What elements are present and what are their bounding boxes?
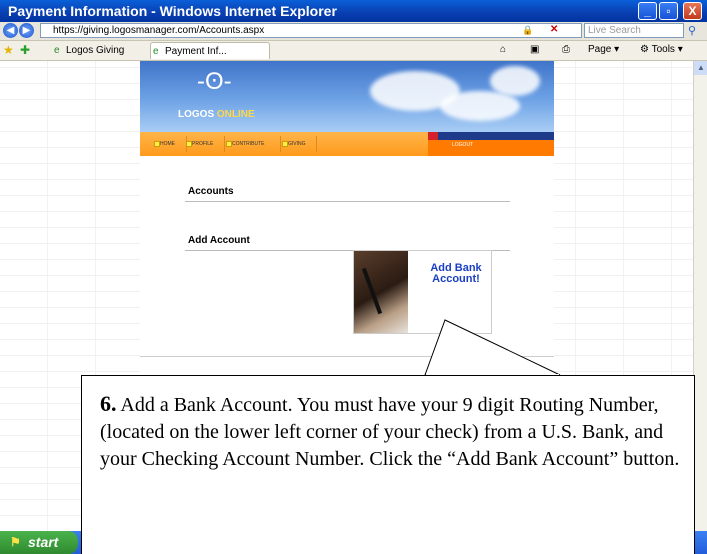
- pen-icon: [361, 267, 383, 315]
- window-title: Payment Information - Windows Internet E…: [8, 3, 337, 19]
- logo-icon: -ʘ-: [197, 68, 232, 95]
- page-icon: e: [54, 45, 60, 56]
- tab-label: Payment Inf...: [165, 46, 227, 57]
- start-label: start: [28, 534, 59, 550]
- print-icon[interactable]: ⎙: [562, 43, 570, 57]
- lock-icon[interactable]: 🔒: [522, 25, 533, 36]
- tab-logos-giving[interactable]: e Logos Giving: [52, 42, 144, 59]
- search-input[interactable]: Live Search: [584, 23, 684, 38]
- search-icon[interactable]: ⚲: [688, 24, 696, 37]
- title-bar: Payment Information - Windows Internet E…: [0, 0, 707, 22]
- add-bank-account-label: Add Bank Account!: [430, 262, 482, 285]
- logo-sub-text: ONLINE: [216, 109, 255, 120]
- address-url: https://giving.logosmanager.com/Accounts…: [53, 25, 265, 36]
- logout-link[interactable]: LOGOUT: [452, 142, 473, 148]
- instruction-callout: 6. Add a Bank Account. You must have you…: [81, 375, 695, 554]
- start-button[interactable]: ⚑ start: [0, 531, 78, 554]
- windows-flag-icon: ⚑: [10, 535, 21, 549]
- page-menu-button[interactable]: Page ▾: [588, 43, 619, 57]
- logout-area: LOGOUT: [428, 132, 554, 156]
- browser-window: Payment Information - Windows Internet E…: [0, 0, 707, 554]
- tabs-toolbar: ★ ✚ e Logos Giving e Payment Inf... ⌂ ▣ …: [0, 41, 707, 61]
- accounts-heading: Accounts: [188, 186, 234, 197]
- minimize-button[interactable]: _: [638, 2, 657, 20]
- address-input[interactable]: https://giving.logosmanager.com/Accounts…: [40, 23, 582, 38]
- nav-profile[interactable]: PROFILE: [186, 136, 225, 152]
- add-account-heading: Add Account: [188, 235, 250, 246]
- nav-home[interactable]: HOME: [154, 136, 187, 152]
- site-banner: -ʘ- LOGOS ONLINE: [140, 61, 554, 132]
- home-icon[interactable]: ⌂: [500, 43, 506, 57]
- tab-payment-information[interactable]: e Payment Inf...: [150, 42, 270, 59]
- vertical-scrollbar[interactable]: ▲: [693, 61, 707, 531]
- tab-label: Logos Giving: [66, 45, 125, 56]
- pen-signing-image: [354, 251, 408, 333]
- tools-menu-label: Tools: [651, 44, 675, 55]
- feeds-icon[interactable]: ▣: [530, 43, 539, 57]
- step-number: 6.: [100, 391, 117, 416]
- page-menu-label: Page: [588, 44, 612, 55]
- page-icon: e: [153, 46, 159, 57]
- favorites-star-icon[interactable]: ★: [3, 43, 14, 57]
- search-placeholder: Live Search: [588, 25, 641, 36]
- forward-button[interactable]: ▶: [19, 23, 34, 38]
- stop-icon[interactable]: ✕: [550, 24, 558, 35]
- divider: [185, 201, 510, 202]
- step-text: Add a Bank Account. You must have your 9…: [100, 394, 680, 470]
- scroll-up-icon[interactable]: ▲: [694, 61, 707, 75]
- site-logo[interactable]: LOGOS ONLINE: [178, 109, 255, 120]
- divider: [140, 356, 554, 357]
- logo-main-text: LOGOS: [178, 109, 215, 120]
- instruction-text: 6. Add a Bank Account. You must have you…: [100, 390, 685, 473]
- add-favorite-icon[interactable]: ✚: [20, 43, 30, 57]
- tools-menu-button[interactable]: ⚙ Tools ▾: [640, 43, 683, 57]
- maximize-button[interactable]: ▫: [659, 2, 678, 20]
- gear-icon: ⚙: [640, 44, 649, 55]
- add-bank-account-button[interactable]: Add Bank Account!: [353, 250, 492, 334]
- back-button[interactable]: ◀: [3, 23, 18, 38]
- nav-giving[interactable]: GIVING: [282, 136, 317, 152]
- nav-contribute[interactable]: CONTRIBUTE: [226, 136, 281, 152]
- site-nav: HOME PROFILE CONTRIBUTE GIVING LOGOUT: [140, 132, 554, 156]
- address-toolbar: ◀ ▶ https://giving.logosmanager.com/Acco…: [0, 22, 707, 41]
- close-button[interactable]: X: [683, 2, 702, 20]
